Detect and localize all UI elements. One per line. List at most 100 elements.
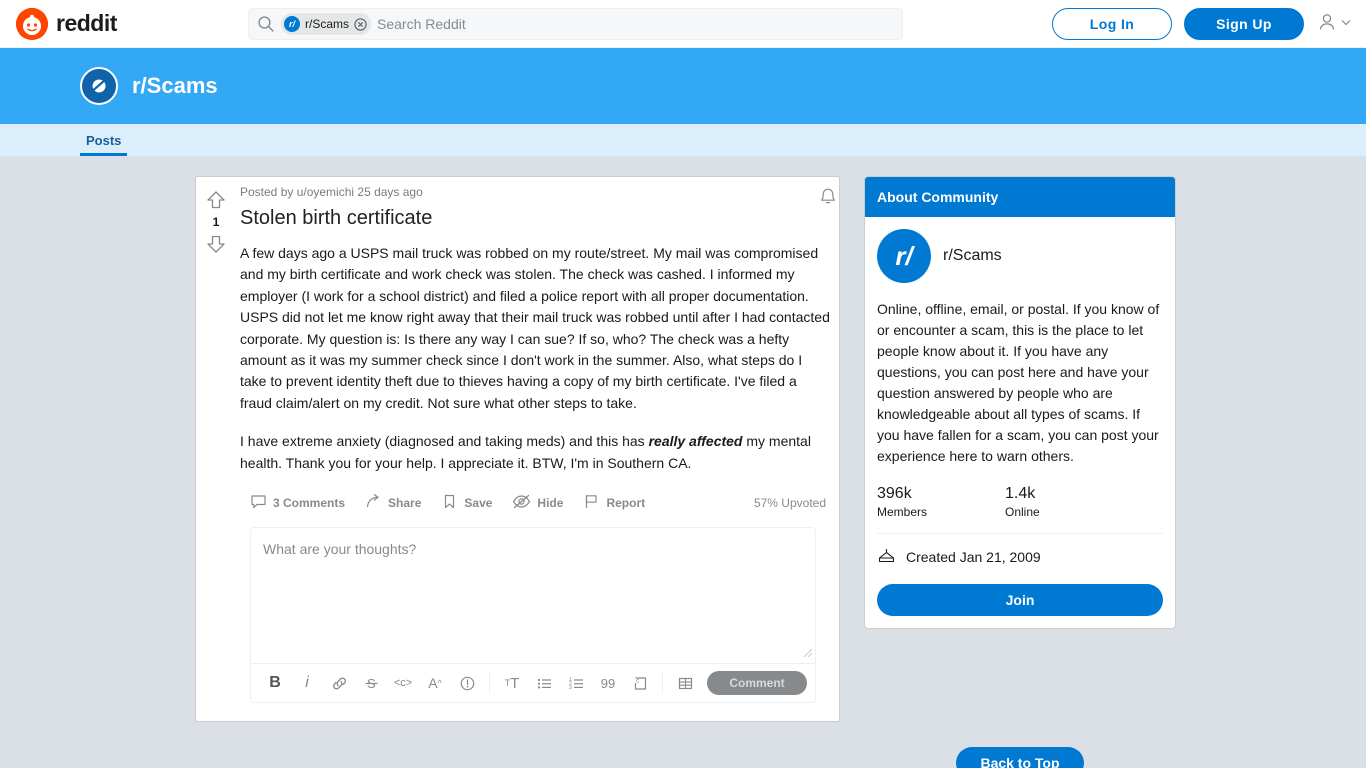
upvoted-percentage: 57% Upvoted (753, 496, 826, 511)
vote-column: 1 (196, 177, 236, 719)
back-to-top-button[interactable]: Back to Top (956, 747, 1084, 768)
save-label: Save (464, 496, 493, 511)
nav-right-actions: Log In Sign Up (1052, 0, 1352, 48)
sidebar-column: About Community r/ r/Scams Online, offli… (864, 176, 1176, 768)
post-column: 1 Posted by u/oyemichi 25 days ago Stole… (195, 176, 840, 768)
divider (877, 533, 1163, 534)
created-date-label: Created Jan 21, 2009 (906, 549, 1041, 565)
about-community-card: About Community r/ r/Scams Online, offli… (864, 176, 1176, 629)
comment-input[interactable]: What are your thoughts? (251, 528, 815, 663)
sidebar-community-identity[interactable]: r/ r/Scams (877, 229, 1163, 283)
inline-code-icon[interactable]: <c> (387, 667, 419, 699)
hide-button[interactable]: Hide (512, 493, 563, 513)
community-created: Created Jan 21, 2009 (877, 546, 1163, 568)
superscript-icon[interactable]: A ^ (419, 667, 451, 699)
quote-icon[interactable]: 99 (592, 667, 624, 699)
upvote-button[interactable] (205, 189, 227, 211)
community-description: Online, offline, email, or postal. If yo… (877, 301, 1160, 464)
subreddit-tab-bar: Posts (0, 124, 1366, 156)
top-navigation-bar: reddit r/ r/Scams Search Reddit Log In S… (0, 0, 1366, 48)
log-in-button[interactable]: Log In (1052, 8, 1172, 40)
subreddit-avatar-icon: r/ (877, 229, 931, 283)
members-count: 396k (877, 485, 912, 502)
paragraph-text-before: I have extreme anxiety (diagnosed and ta… (240, 433, 649, 450)
notification-bell-icon[interactable] (818, 186, 838, 213)
members-stat: 396k Members (877, 485, 1005, 519)
subreddit-identity[interactable]: r/Scams (80, 67, 218, 105)
comment-icon (250, 493, 267, 513)
about-community-header: About Community (865, 177, 1175, 217)
page-content: 1 Posted by u/oyemichi 25 days ago Stole… (0, 156, 1366, 768)
subreddit-title: r/Scams (132, 73, 218, 98)
reddit-alien-icon (16, 7, 48, 40)
svg-text:3: 3 (569, 685, 572, 691)
share-button[interactable]: Share (365, 493, 421, 513)
join-button[interactable]: Join (877, 584, 1163, 616)
post-title: Stolen birth certificate (240, 207, 433, 229)
link-icon[interactable] (323, 667, 355, 699)
toolbar-divider (489, 672, 490, 695)
post-paragraph: A few days ago a USPS mail truck was rob… (240, 245, 830, 411)
subreddit-avatar-icon: r/ (284, 16, 300, 32)
sidebar-community-name: r/Scams (943, 247, 1002, 264)
code-block-icon[interactable]: c (624, 667, 656, 699)
bulleted-list-icon[interactable] (528, 667, 560, 699)
post-body: A few days ago a USPS mail truck was rob… (240, 243, 832, 474)
submit-comment-button[interactable]: Comment (707, 671, 807, 696)
search-icon (257, 15, 275, 33)
subreddit-avatar-icon (80, 67, 118, 105)
sign-up-button[interactable]: Sign Up (1184, 8, 1304, 40)
resize-handle[interactable] (803, 648, 813, 658)
hide-icon (512, 493, 531, 513)
comments-label: 3 Comments (273, 496, 346, 511)
emphasized-text: really affected (648, 433, 743, 450)
cake-icon (877, 546, 896, 568)
vote-score: 1 (212, 215, 220, 229)
comment-composer-box: What are your thoughts? B i S <c> A ^ T … (250, 527, 816, 704)
post-card: 1 Posted by u/oyemichi 25 days ago Stole… (195, 176, 840, 723)
subreddit-banner: r/Scams (0, 48, 1366, 124)
post-paragraph: I have extreme anxiety (diagnosed and ta… (240, 431, 832, 474)
table-icon[interactable] (669, 667, 701, 699)
user-account-menu[interactable] (1316, 11, 1352, 38)
post-action-bar: 3 Comments Share Save Hide Report 57% Up… (240, 491, 832, 527)
comments-button[interactable]: 3 Comments (250, 493, 345, 513)
save-button[interactable]: Save (441, 493, 492, 513)
reddit-wordmark: reddit (56, 10, 117, 36)
search-filter-label: r/Scams (305, 17, 350, 31)
share-label: Share (388, 496, 422, 511)
reddit-logo[interactable]: reddit (16, 7, 117, 40)
online-label: Online (1005, 505, 1040, 519)
italic-icon[interactable]: i (291, 667, 323, 699)
strikethrough-icon[interactable]: S (355, 667, 387, 699)
post-main: Posted by u/oyemichi 25 days ago Stolen … (236, 177, 848, 719)
post-meta: Posted by u/oyemichi 25 days ago (240, 185, 423, 199)
downvote-button[interactable] (205, 233, 227, 255)
share-icon (365, 493, 382, 513)
toolbar-divider (662, 672, 663, 695)
close-icon[interactable] (354, 17, 367, 31)
about-community-body: r/ r/Scams Online, offline, email, or po… (865, 217, 1175, 628)
search-subreddit-filter-pill[interactable]: r/ r/Scams (281, 13, 372, 35)
search-input[interactable]: Search Reddit (377, 16, 466, 32)
bookmark-icon (441, 493, 458, 513)
numbered-list-icon[interactable]: 1 2 3 (560, 667, 592, 699)
search-bar[interactable]: r/ r/Scams Search Reddit (248, 8, 903, 40)
flag-icon (583, 493, 600, 513)
bold-icon[interactable]: B (259, 667, 291, 699)
svg-text:c: c (636, 678, 639, 684)
user-avatar-icon (1316, 11, 1338, 38)
report-button[interactable]: Report (583, 493, 645, 513)
members-label: Members (877, 505, 928, 519)
composer-toolbar: B i S <c> A ^ T T 1 2 3 99 c Comment (251, 663, 815, 702)
hide-label: Hide (537, 496, 564, 511)
comment-composer: What are your thoughts? B i S <c> A ^ T … (240, 527, 832, 719)
heading-icon[interactable]: TT (496, 667, 528, 699)
report-label: Report (606, 496, 646, 511)
spoiler-icon[interactable] (451, 667, 483, 699)
community-stats: 396k Members 1.4k Online (877, 485, 1163, 519)
online-stat: 1.4k Online (1005, 485, 1133, 519)
online-count: 1.4k (1005, 485, 1036, 502)
tab-posts[interactable]: Posts (80, 133, 128, 156)
chevron-down-icon (1340, 15, 1352, 33)
